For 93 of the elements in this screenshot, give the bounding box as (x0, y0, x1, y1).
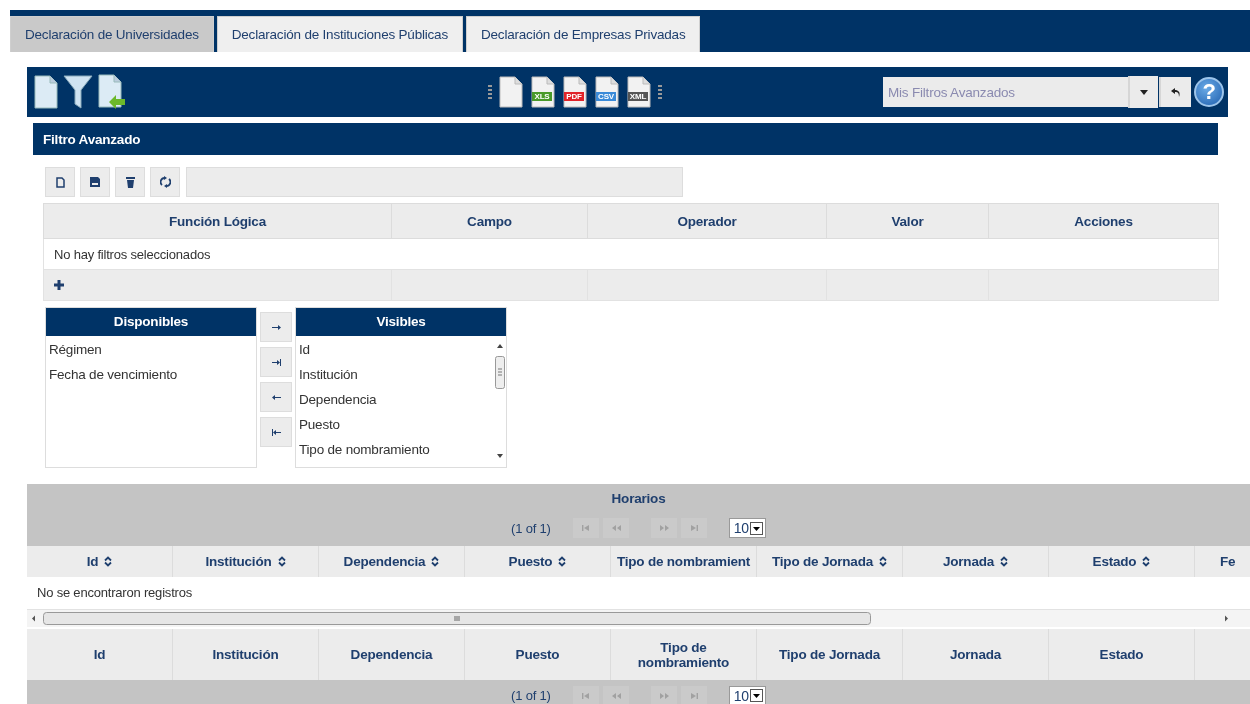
sort-icon[interactable] (431, 556, 440, 567)
page-report: (1 of 1) (511, 520, 551, 536)
header-label: Fe (1220, 554, 1236, 569)
rows-per-page-dropdown[interactable]: 10 (728, 685, 766, 704)
delete-icon (125, 176, 135, 188)
add-all-button[interactable] (260, 347, 292, 377)
column-footer: Puesto (465, 629, 611, 680)
caret-icon (1140, 89, 1148, 95)
list-item[interactable]: Fecha de vencimiento (49, 367, 256, 392)
column-header: Función Lógica (43, 203, 392, 239)
column-header[interactable]: Fe (1195, 546, 1250, 577)
remove-arrow-icon (271, 393, 281, 401)
horizontal-scrollbar[interactable] (27, 610, 1250, 627)
list-header: Visibles (296, 308, 506, 336)
column-header[interactable]: Tipo de nombramient (611, 546, 757, 577)
page-report: (1 of 1) (511, 688, 551, 703)
column-header[interactable]: Puesto (465, 546, 611, 577)
filter-icon[interactable] (63, 74, 93, 110)
list-item[interactable]: Tipo de nombramiento (299, 442, 494, 467)
panel-header: Filtro Avanzado (33, 123, 1218, 155)
column-header[interactable]: Estado (1049, 546, 1195, 577)
list-item[interactable]: Régimen (49, 342, 256, 367)
xls-export-icon[interactable]: XLS (530, 75, 556, 109)
add-arrow-icon (271, 323, 281, 331)
blank-document-icon[interactable] (498, 75, 524, 109)
header-label: Puesto (508, 554, 553, 569)
sort-icon[interactable] (277, 556, 286, 567)
xml-export-icon[interactable]: XML (626, 75, 652, 109)
new-icon (55, 176, 65, 188)
import-document-icon[interactable] (97, 73, 127, 111)
column-footer: Tipo de Jornada (757, 629, 903, 680)
sort-icon[interactable] (1142, 556, 1151, 567)
column-header: Campo (391, 203, 588, 239)
save-button[interactable] (80, 167, 110, 197)
grid-title: Horarios (610, 490, 667, 508)
column-footer: Estado (1049, 629, 1195, 680)
caret-icon (749, 689, 763, 702)
column-header[interactable]: Jornada (903, 546, 1049, 577)
column-header: Acciones (988, 203, 1219, 239)
column-footer: Tipo de nombramiento (611, 629, 757, 680)
column-header[interactable]: Tipo de Jornada (757, 546, 903, 577)
header-label: Estado (1092, 554, 1137, 569)
refresh-icon (159, 176, 171, 188)
rows-per-page-dropdown[interactable]: 10 (728, 518, 766, 538)
column-header[interactable]: Dependencia (319, 546, 465, 577)
delete-button[interactable] (115, 167, 145, 197)
list-item[interactable]: Id (299, 342, 494, 367)
column-footer: Id (27, 629, 173, 680)
caret-icon (749, 521, 763, 535)
header-label: Dependencia (343, 554, 426, 569)
grip-handle-icon (658, 85, 662, 99)
header-label: Tipo de Jornada (772, 554, 873, 569)
pdf-export-icon[interactable]: PDF (562, 75, 588, 109)
list-header: Disponibles (46, 308, 256, 336)
dropdown-button[interactable] (1128, 76, 1158, 108)
sort-icon[interactable] (879, 556, 887, 567)
grip-handle-icon (488, 85, 492, 99)
add-icon[interactable] (54, 279, 64, 290)
save-icon (90, 177, 100, 187)
column-header[interactable]: Id (27, 546, 173, 577)
column-header[interactable]: Institución (173, 546, 319, 577)
add-all-arrow-icon (271, 358, 281, 366)
column-header: Valor (826, 203, 989, 239)
column-footer: Dependencia (319, 629, 465, 680)
list-item[interactable]: Puesto (299, 417, 494, 442)
list-item[interactable]: Dependencia (299, 392, 494, 417)
new-button[interactable] (45, 167, 75, 197)
empty-message: No se encontraron registros (37, 585, 192, 600)
column-header: Operador (587, 203, 827, 239)
tab[interactable]: Declaración de Instituciones Públicas (216, 16, 463, 52)
first-page-icon (579, 522, 592, 534)
tab[interactable]: Declaración de Empresas Privadas (466, 16, 701, 52)
empty-message: No hay filtros seleccionados (54, 246, 211, 262)
header-label: Tipo de nombramient (616, 554, 751, 569)
remove-all-button[interactable] (260, 417, 292, 447)
undo-button[interactable] (1159, 77, 1191, 107)
column-footer: Institución (173, 629, 319, 680)
refresh-button[interactable] (150, 167, 180, 197)
sort-icon[interactable] (104, 556, 113, 567)
sort-icon[interactable] (558, 556, 567, 567)
next-page-icon (657, 522, 670, 534)
filter-name-field[interactable] (186, 167, 683, 197)
header-label: Institución (205, 554, 272, 569)
undo-icon (1171, 87, 1181, 97)
header-label: Jornada (942, 554, 995, 569)
tab[interactable]: Declaración de Universidades (10, 16, 214, 52)
new-document-icon[interactable] (33, 74, 59, 110)
header-label: Id (86, 554, 99, 569)
list-item[interactable]: Institución (299, 367, 494, 392)
sort-icon[interactable] (1000, 556, 1009, 567)
remove-all-arrow-icon (271, 428, 281, 436)
csv-export-icon[interactable]: CSV (594, 75, 620, 109)
column-footer: Jornada (903, 629, 1049, 680)
